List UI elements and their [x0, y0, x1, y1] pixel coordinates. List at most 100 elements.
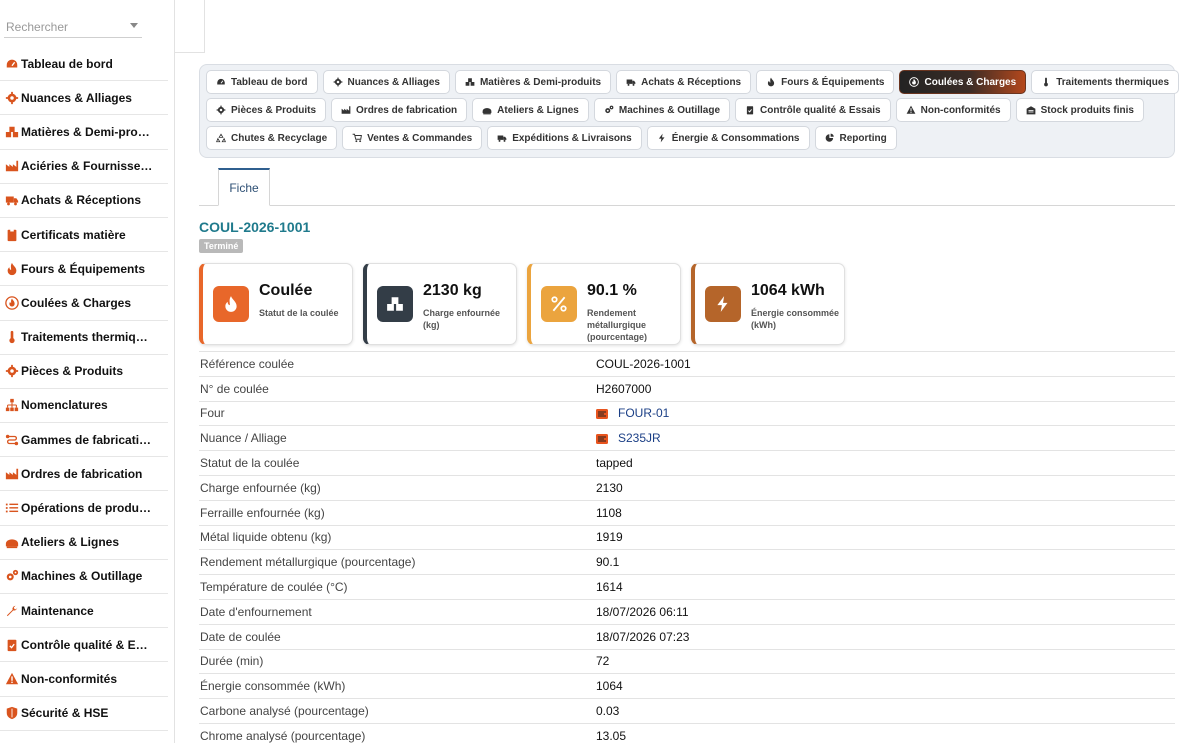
- pie-chart-icon: [825, 133, 835, 143]
- fire-icon: [766, 77, 776, 87]
- sidebar-item[interactable]: Ateliers & Lignes: [0, 526, 168, 560]
- truck-icon: [497, 133, 507, 143]
- nav-tab[interactable]: Stock produits finis: [1015, 98, 1144, 122]
- kpi-value: 1064 kWh: [751, 282, 825, 299]
- nav-tab-label: Nuances & Alliages: [347, 76, 440, 88]
- nav-tab[interactable]: Ateliers & Lignes: [472, 98, 589, 122]
- sidebar-item[interactable]: Opérations de produ…: [0, 491, 168, 526]
- sidebar-search[interactable]: Rechercher: [4, 14, 142, 38]
- percent-icon: [541, 286, 577, 322]
- nav-tab-label: Ateliers & Lignes: [497, 104, 579, 116]
- sidebar-item-label: Maintenance: [21, 603, 94, 618]
- nav-tab-label: Non-conformités: [920, 104, 1001, 116]
- field-label: Métal liquide obtenu (kg): [200, 530, 332, 545]
- speedometer-icon: [5, 57, 19, 71]
- nav-tab[interactable]: Machines & Outillage: [593, 98, 731, 122]
- sidebar-item[interactable]: Sécurité & HSE: [0, 697, 168, 731]
- sidebar-item[interactable]: Achats & Réceptions: [0, 184, 168, 218]
- nav-tab[interactable]: Reporting: [814, 126, 897, 150]
- field-label: Référence coulée: [200, 356, 295, 371]
- sidebar-menu: Tableau de bord Nuances & Alliages Matière…: [0, 47, 168, 731]
- nav-tab[interactable]: Contrôle qualité & Essais: [735, 98, 891, 122]
- fire-icon: [213, 286, 249, 322]
- nav-tab[interactable]: Pièces & Produits: [206, 98, 327, 122]
- sidebar-item[interactable]: Maintenance: [0, 594, 168, 629]
- field-value-text: 18/07/2026 06:11: [596, 604, 689, 619]
- sidebar-item-label: Traitements thermiq…: [21, 330, 148, 345]
- sidebar-item[interactable]: Nuances & Alliages: [0, 81, 168, 116]
- sidebar-item[interactable]: Machines & Outillage: [0, 560, 168, 594]
- field-row: Date de coulée 18/07/2026 07:23: [199, 623, 1175, 649]
- sidebar-item-label: Ordres de fabrication: [21, 466, 143, 481]
- field-value-text: 72: [596, 654, 610, 669]
- fire-circle-icon: [5, 296, 19, 310]
- sidebar-item-label: Nomenclatures: [21, 398, 108, 413]
- chevron-down-icon[interactable]: [130, 23, 138, 28]
- nav-tab[interactable]: Énergie & Consommations: [646, 126, 810, 150]
- field-row: Nuance / Alliage S235JR: [199, 425, 1175, 450]
- field-value[interactable]: FOUR-01: [596, 406, 669, 420]
- field-value-text: 0.03: [596, 704, 620, 719]
- kpi-card: 1064 kWh Énergie consommée (kWh): [691, 263, 845, 345]
- nav-tab[interactable]: Fours & Équipements: [756, 70, 895, 94]
- sidebar-item[interactable]: Aciéries & Fournisse…: [0, 150, 168, 184]
- kpi-card: Coulée Statut de la coulée: [199, 263, 353, 345]
- nav-tab[interactable]: Ordres de fabrication: [331, 98, 468, 122]
- field-value: 1064: [596, 679, 623, 693]
- nav-tab[interactable]: Non-conformités: [895, 98, 1011, 122]
- sidebar-item[interactable]: Ordres de fabrication: [0, 457, 168, 492]
- cubes-icon: [465, 77, 475, 87]
- nav-tab[interactable]: Ventes & Commandes: [342, 126, 483, 150]
- nav-tab-label: Reporting: [839, 132, 887, 144]
- field-row: N° de coulée H2607000: [199, 375, 1175, 401]
- nav-tab-label: Ventes & Commandes: [367, 132, 473, 144]
- field-row: Durée (min) 72: [199, 648, 1175, 674]
- nav-tab[interactable]: Achats & Réceptions: [616, 70, 752, 94]
- sitemap-icon: [5, 398, 19, 412]
- bolt-icon: [705, 286, 741, 322]
- sidebar-item[interactable]: Non-conformités: [0, 662, 168, 697]
- field-label: Carbone analysé (pourcentage): [200, 704, 369, 719]
- nav-tab[interactable]: Chutes & Recyclage: [206, 126, 338, 150]
- field-value: 1108: [596, 506, 622, 520]
- fire-circle-icon: [909, 77, 920, 87]
- field-label: Nuance / Alliage: [200, 431, 287, 446]
- field-value[interactable]: S235JR: [596, 431, 661, 445]
- sidebar-item[interactable]: Coulées & Charges: [0, 286, 168, 321]
- sidebar-item[interactable]: Gammes de fabricati…: [0, 423, 168, 458]
- field-label: Statut de la coulée: [200, 456, 300, 471]
- sidebar-item[interactable]: Certificats matière: [0, 218, 168, 253]
- sidebar-item[interactable]: Contrôle qualité & E…: [0, 628, 168, 663]
- status-badge: Terminé: [199, 239, 244, 253]
- warning-icon: [5, 672, 19, 686]
- sidebar-item[interactable]: Tableau de bord: [0, 47, 168, 82]
- sidebar-item-label: Non-conformités: [21, 671, 117, 686]
- sidebar-item[interactable]: Traitements thermiq…: [0, 321, 168, 355]
- field-value: 1919: [596, 530, 623, 544]
- field-label: Charge enfournée (kg): [200, 480, 321, 495]
- sidebar-item[interactable]: Pièces & Produits: [0, 355, 168, 389]
- nav-tab[interactable]: Matières & Demi-produits: [454, 70, 612, 94]
- nav-tab[interactable]: Coulées & Charges: [899, 70, 1027, 94]
- field-label: Four: [200, 406, 225, 421]
- nav-tab[interactable]: Tableau de bord: [206, 70, 318, 94]
- recycle-icon: [216, 133, 226, 143]
- kpi-label: Charge enfournée (kg): [423, 308, 501, 330]
- bolt-icon: [657, 133, 667, 143]
- field-row: Énergie consommée (kWh) 1064: [199, 673, 1175, 698]
- sidebar-item-label: Contrôle qualité & E…: [21, 637, 148, 652]
- page-title: COUL-2026-1001: [199, 219, 311, 235]
- nav-tab[interactable]: Expéditions & Livraisons: [487, 126, 642, 150]
- sidebar-item-label: Sécurité & HSE: [21, 706, 109, 721]
- sidebar-item[interactable]: Fours & Équipements: [0, 252, 168, 287]
- field-value-text: 1614: [596, 580, 623, 595]
- sidebar-item-label: Ateliers & Lignes: [21, 535, 120, 550]
- nav-tab-label: Pièces & Produits: [231, 104, 317, 116]
- tab-fiche[interactable]: Fiche: [218, 168, 270, 206]
- nav-tab[interactable]: Nuances & Alliages: [322, 70, 450, 94]
- field-label: Date d'enfournement: [200, 604, 312, 619]
- sidebar-item[interactable]: Matières & Demi-pro…: [0, 115, 168, 150]
- record-tabs: Fiche: [199, 168, 1175, 206]
- nav-tab[interactable]: Traitements thermiques: [1031, 70, 1179, 94]
- sidebar-item[interactable]: Nomenclatures: [0, 389, 168, 424]
